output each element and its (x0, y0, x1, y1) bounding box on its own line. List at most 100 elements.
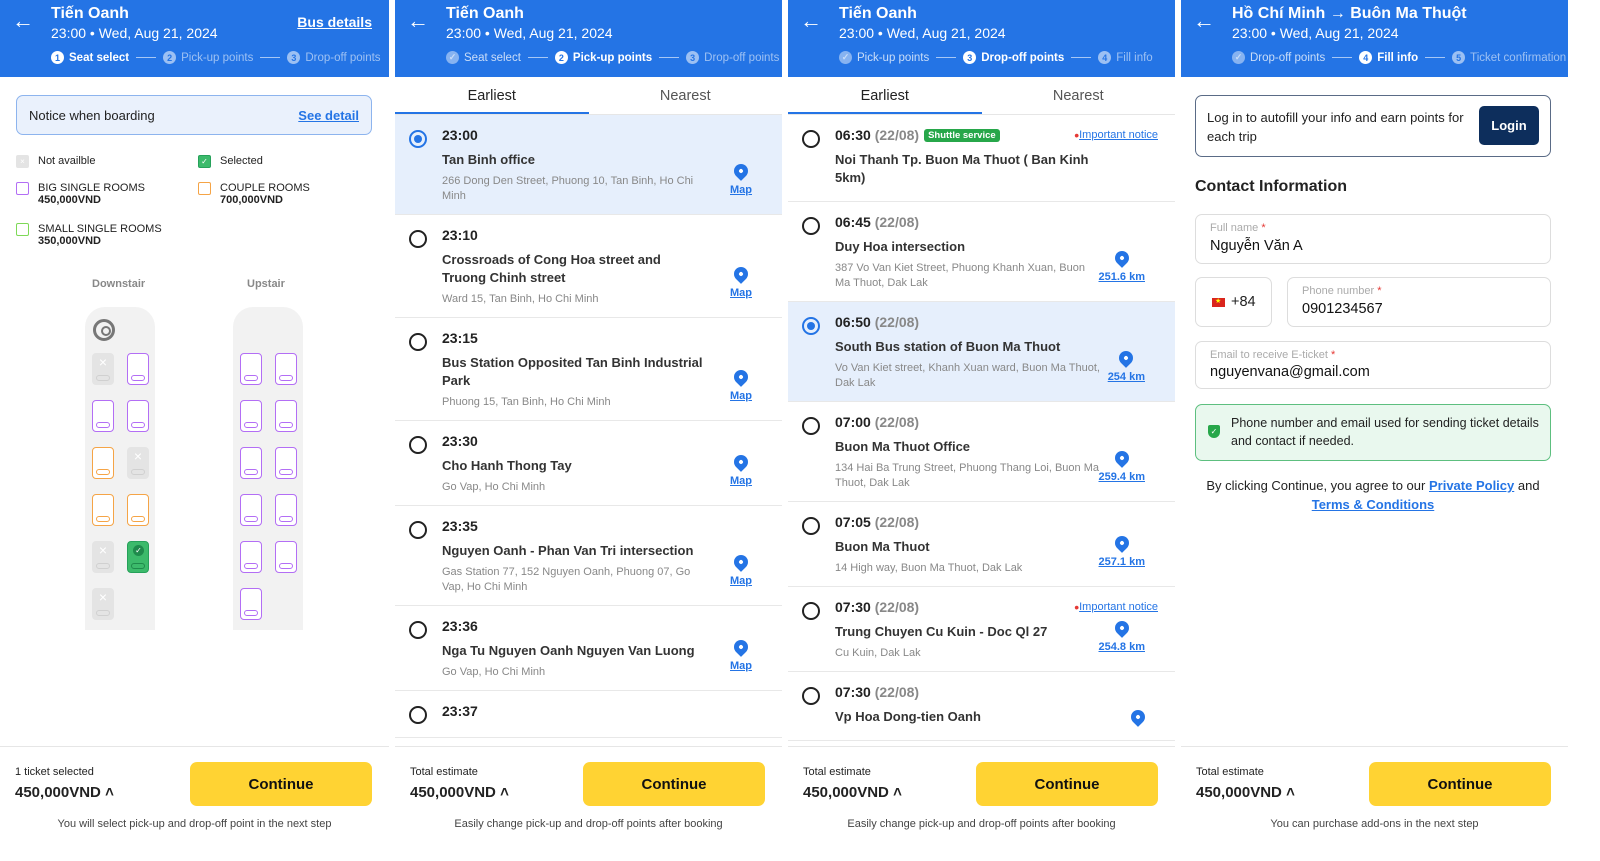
seat-big[interactable] (240, 588, 262, 620)
list-item[interactable]: 07:30 (22/08) Important notice Trung Chuye… (788, 587, 1175, 672)
radio-button[interactable] (802, 130, 820, 148)
tab-nearest[interactable]: Nearest (982, 77, 1176, 114)
bus-details-link[interactable]: Bus details (297, 14, 372, 30)
important-notice-link[interactable]: Important notice (1074, 127, 1158, 143)
seat-big[interactable] (92, 400, 114, 432)
privacy-policy-link[interactable]: Private Policy (1429, 478, 1514, 493)
legend-not-available: × Not availble (16, 155, 95, 168)
step-divider (1332, 57, 1353, 58)
time-text: 07:30 (835, 684, 871, 700)
seat-selected[interactable] (127, 541, 149, 573)
seat-big[interactable] (127, 353, 149, 385)
seat-big[interactable] (275, 353, 297, 385)
map-link[interactable]: 254.8 km (1098, 618, 1145, 653)
seat-couple[interactable] (127, 494, 149, 526)
price-toggle[interactable]: 450,000VND ˄ (15, 784, 114, 801)
seat-couple[interactable] (92, 494, 114, 526)
map-link[interactable]: Map (730, 452, 752, 487)
list-item[interactable]: 06:50 (22/08) South Bus station of Buon M… (788, 302, 1175, 402)
map-link[interactable]: Map (730, 637, 752, 672)
point-name: Trung Chuyen Cu Kuin - Doc Ql 27 (835, 624, 1048, 639)
seat-big[interactable] (275, 494, 297, 526)
time-text: 23:35 (442, 518, 478, 534)
radio-button[interactable] (802, 317, 820, 335)
continue-button[interactable]: Continue (976, 762, 1158, 806)
list-item[interactable]: 23:30 Cho Hanh Thong Tay Go Vap, Ho Chi Mi… (395, 421, 782, 506)
list-item[interactable]: 06:30 (22/08) Shuttle service Important no… (788, 115, 1175, 202)
radio-button[interactable] (409, 706, 427, 724)
tab-earliest[interactable]: Earliest (395, 77, 589, 114)
radio-button[interactable] (802, 687, 820, 705)
terms-link[interactable]: Terms & Conditions (1312, 497, 1435, 512)
radio-button[interactable] (802, 417, 820, 435)
seat-big[interactable] (127, 400, 149, 432)
radio-button[interactable] (409, 230, 427, 248)
map-link[interactable]: Map (730, 367, 752, 402)
selected-seat-icon: ✓ (198, 155, 211, 168)
phone-number-field[interactable]: Phone number * 0901234567 (1287, 277, 1551, 327)
radio-button[interactable] (409, 621, 427, 639)
item-time: 23:37 (442, 703, 766, 719)
list-item[interactable]: 23:36 Nga Tu Nguyen Oanh Nguyen Van Luong… (395, 606, 782, 691)
date-text: (22/08) (874, 684, 920, 700)
country-code-select[interactable]: +84 (1195, 277, 1272, 327)
list-item[interactable]: 23:00 Tan Binh office 266 Dong Den Street,… (395, 115, 782, 215)
list-item[interactable]: 23:15 Bus Station Opposited Tan Binh Indu… (395, 318, 782, 421)
unavailable-seat-icon: × (16, 155, 29, 168)
list-item[interactable]: 23:37 (395, 691, 782, 738)
back-arrow-icon[interactable]: ← (800, 10, 822, 32)
seat-big[interactable] (240, 400, 262, 432)
radio-button[interactable] (409, 436, 427, 454)
full-name-field[interactable]: Full name * Nguyễn Văn A (1195, 214, 1551, 264)
login-button[interactable]: Login (1479, 106, 1539, 145)
list-item[interactable]: 07:30 (22/08) Vp Hoa Dong-tien Oanh (788, 672, 1175, 741)
step-pickup: 2 Pick-up points (554, 51, 652, 64)
continue-button[interactable]: Continue (1369, 762, 1551, 806)
map-link[interactable]: Map (730, 264, 752, 299)
price-toggle[interactable]: 450,000VND ˄ (1196, 784, 1295, 801)
list-item[interactable]: 07:00 (22/08) Buon Ma Thuot Office 134 Hai… (788, 402, 1175, 502)
map-link[interactable]: 254 km (1108, 348, 1145, 383)
time-text: 06:30 (835, 127, 871, 143)
radio-button[interactable] (409, 130, 427, 148)
map-link[interactable]: Map (730, 161, 752, 196)
list-item[interactable]: 07:05 (22/08) Buon Ma Thuot 14 High way, B… (788, 502, 1175, 587)
big-room-icon (16, 182, 29, 195)
map-link-text: 254.8 km (1098, 641, 1145, 653)
map-link[interactable]: 251.6 km (1099, 248, 1145, 283)
seat-big[interactable] (275, 447, 297, 479)
tab-earliest[interactable]: Earliest (788, 77, 982, 114)
seat-big[interactable] (275, 400, 297, 432)
seat-big[interactable] (275, 541, 297, 573)
continue-button[interactable]: Continue (583, 762, 765, 806)
see-detail-link[interactable]: See detail (298, 108, 359, 123)
map-pin-icon (731, 161, 751, 181)
seat-big[interactable] (240, 494, 262, 526)
map-link[interactable]: 259.4 km (1099, 448, 1145, 483)
radio-button[interactable] (802, 602, 820, 620)
continue-button[interactable]: Continue (190, 762, 372, 806)
price-toggle[interactable]: 450,000VND ˄ (410, 784, 509, 801)
back-arrow-icon[interactable]: ← (1193, 10, 1215, 32)
seat-big[interactable] (240, 447, 262, 479)
radio-button[interactable] (802, 217, 820, 235)
email-field[interactable]: Email to receive E-ticket * nguyenvana@g… (1195, 341, 1551, 389)
seat-couple[interactable] (92, 447, 114, 479)
map-link[interactable]: Map (730, 552, 752, 587)
back-arrow-icon[interactable]: ← (12, 10, 34, 32)
price-toggle[interactable]: 450,000VND ˄ (803, 784, 902, 801)
list-item[interactable]: 23:10 Crossroads of Cong Hoa street and T… (395, 215, 782, 318)
seat-big[interactable] (240, 353, 262, 385)
radio-button[interactable] (409, 333, 427, 351)
seat-pillow-icon (131, 516, 145, 522)
radio-button[interactable] (409, 521, 427, 539)
list-item[interactable]: 06:45 (22/08) Duy Hoa intersection 387 Vo … (788, 202, 1175, 302)
map-link[interactable]: 257.1 km (1099, 533, 1145, 568)
tab-nearest[interactable]: Nearest (589, 77, 783, 114)
map-link[interactable] (1128, 707, 1148, 730)
seat-big[interactable] (240, 541, 262, 573)
list-item[interactable]: 23:35 Nguyen Oanh - Phan Van Tri intersec… (395, 506, 782, 606)
radio-button[interactable] (802, 517, 820, 535)
back-arrow-icon[interactable]: ← (407, 10, 429, 32)
important-notice-link[interactable]: Important notice (1074, 599, 1158, 615)
